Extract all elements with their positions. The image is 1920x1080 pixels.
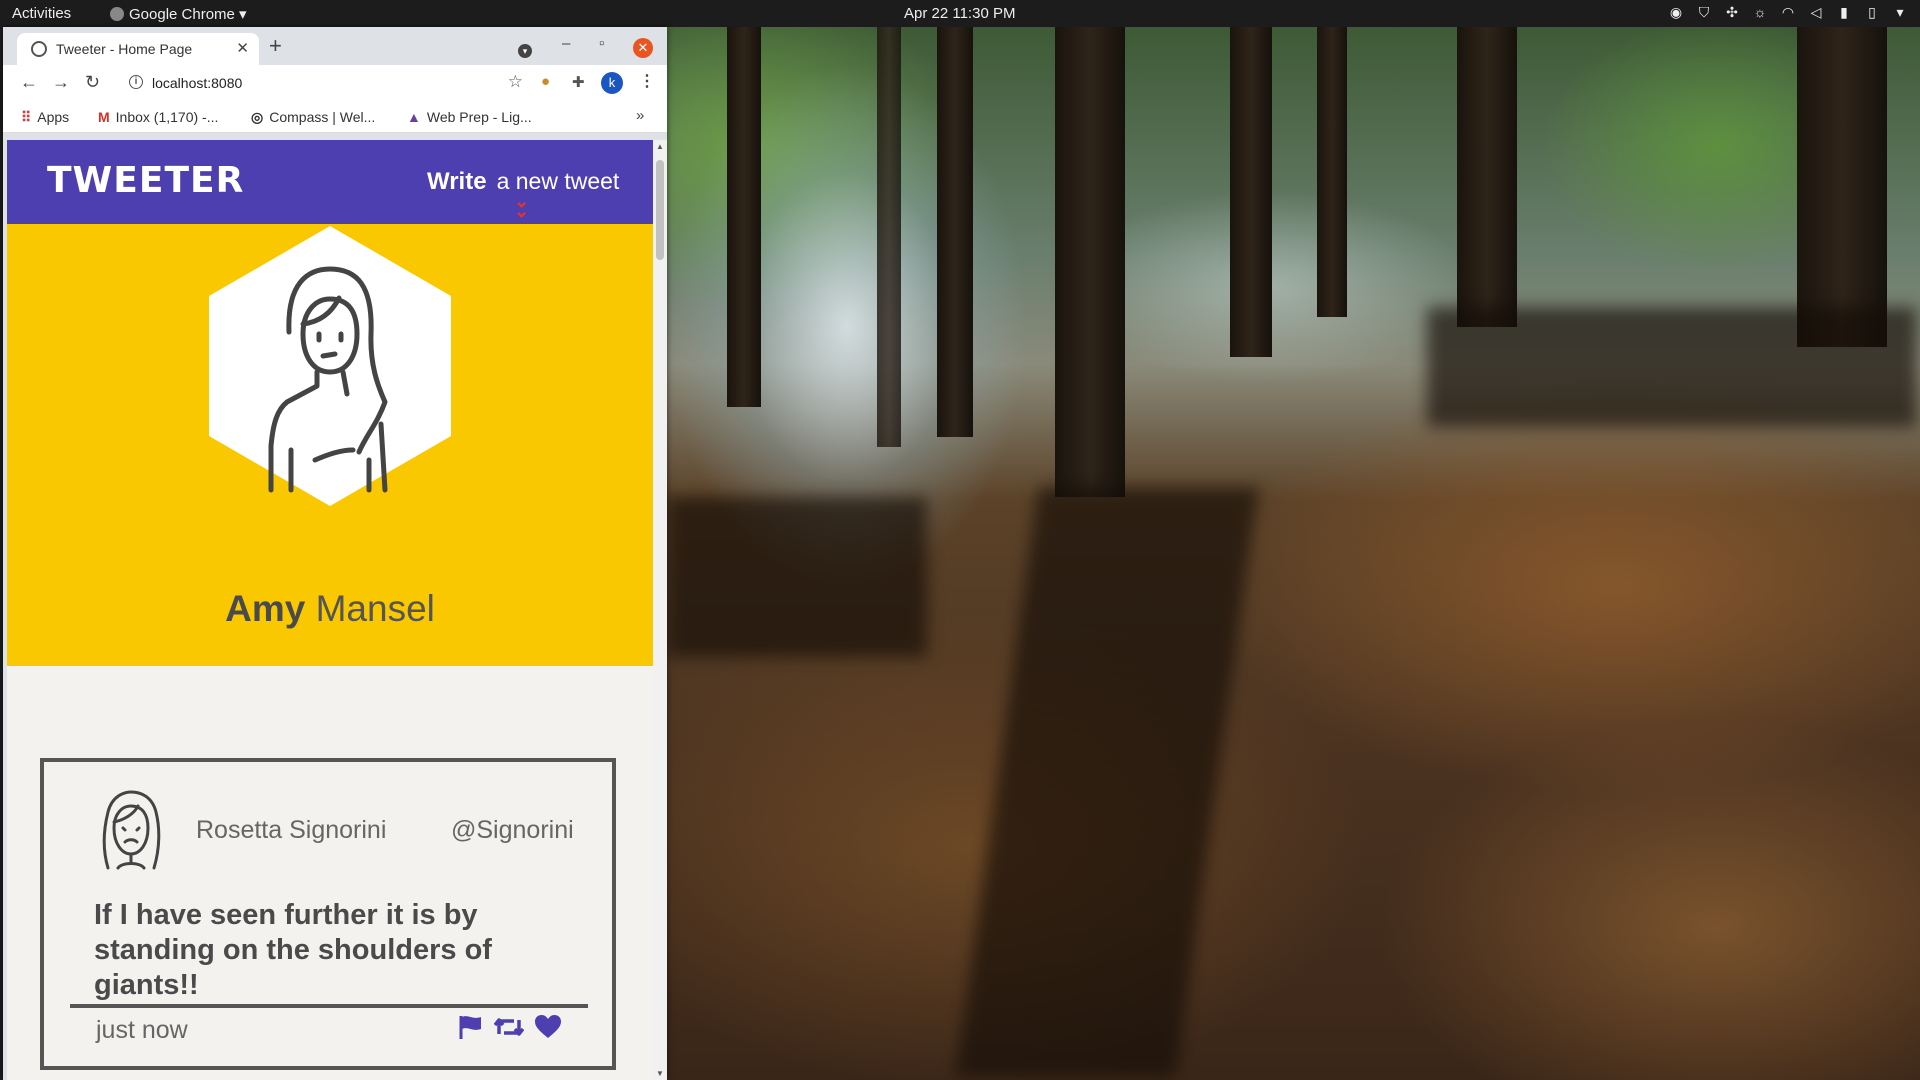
lighthouse-icon: ▲ — [407, 109, 421, 125]
profile-header: Amy Mansel — [7, 224, 653, 666]
tweet-actions — [458, 1014, 562, 1040]
scroll-down-icon[interactable]: ▼ — [656, 1069, 664, 1078]
page-viewport: TWEETER Write a new tweet ⌄ ⌄ Amy Mansel… — [7, 140, 653, 1080]
bookmark-apps[interactable]: ⠿ Apps — [21, 109, 69, 126]
profile-last-name: Mansel — [315, 588, 435, 629]
site-nav: TWEETER Write a new tweet ⌄ ⌄ — [7, 140, 653, 224]
microphone-icon[interactable]: ▮ — [1836, 4, 1852, 21]
brightness-icon[interactable]: ☼ — [1752, 4, 1768, 21]
shield-icon[interactable]: ⛉ — [1696, 4, 1712, 21]
bookmark-inbox[interactable]: M Inbox (1,170) -... — [98, 109, 218, 125]
tab-strip: Tweeter - Home Page ✕ + ▾ – ▫ ✕ — [3, 27, 667, 65]
woman-avatar-icon — [102, 790, 161, 870]
page-scrollbar[interactable]: ▲ ▼ — [653, 140, 667, 1080]
scroll-up-icon[interactable]: ▲ — [656, 142, 664, 151]
heart-icon[interactable] — [534, 1014, 562, 1040]
cookie-extension-icon[interactable]: ● — [541, 73, 550, 90]
retweet-icon[interactable] — [494, 1014, 524, 1040]
bookmark-label: Compass | Wel... — [269, 109, 376, 125]
scrollbar-thumb[interactable] — [656, 160, 664, 260]
bookmarks-overflow-icon[interactable]: » — [636, 107, 644, 124]
back-button[interactable]: ← — [20, 72, 38, 93]
bookmark-star-icon[interactable]: ☆ — [508, 72, 523, 92]
tab-tweeter-home[interactable]: Tweeter - Home Page ✕ — [17, 33, 259, 65]
forward-button[interactable]: → — [52, 72, 70, 93]
wifi-icon[interactable]: ◠ — [1780, 4, 1796, 21]
tweet-card: Rosetta Signorini @Signorini If I have s… — [40, 758, 616, 1070]
double-chevron-down-icon[interactable]: ⌄ ⌄ — [514, 192, 529, 220]
system-menu-icon[interactable]: ▾ — [1892, 4, 1908, 21]
globe-icon — [31, 41, 47, 57]
system-top-bar: Activities Google Chrome ▾ Apr 22 11:30 … — [0, 0, 1920, 27]
address-bar[interactable]: i localhost:8080 ☆ — [119, 69, 531, 97]
site-info-icon[interactable]: i — [129, 75, 143, 89]
tweet-author-handle: @Signorini — [451, 816, 574, 844]
tab-search-icon[interactable]: ▾ — [518, 44, 532, 58]
new-tab-button[interactable]: + — [269, 33, 282, 59]
bookmark-compass[interactable]: ◎ Compass | Wel... — [251, 109, 375, 126]
tweet-author-name: Rosetta Signorini — [196, 816, 387, 844]
brand-logo[interactable]: TWEETER — [47, 160, 244, 201]
system-tray[interactable]: ◉ ⛉ ✣ ☼ ◠ ◁ ▮ ▯ ▾ — [1668, 4, 1908, 21]
compass-icon: ◎ — [251, 109, 264, 125]
profile-avatar[interactable]: k — [601, 72, 623, 94]
app-menu[interactable]: Google Chrome ▾ — [110, 5, 247, 23]
tab-close-icon[interactable]: ✕ — [236, 39, 249, 57]
discord-icon[interactable]: ◉ — [1668, 4, 1684, 21]
bookmark-label: Web Prep - Lig... — [426, 109, 532, 125]
volume-icon[interactable]: ◁ — [1808, 4, 1824, 21]
gmail-icon: M — [98, 109, 110, 125]
bookmarks-bar: ⠿ Apps M Inbox (1,170) -... ◎ Compass | Wel… — [3, 101, 667, 133]
apps-grid-icon: ⠿ — [21, 109, 32, 125]
tweet-avatar — [102, 790, 161, 870]
chrome-window: Tweeter - Home Page ✕ + ▾ – ▫ ✕ ← → ↻ i … — [3, 27, 667, 1080]
flag-icon[interactable] — [458, 1014, 484, 1040]
compose-label-bold: Write — [427, 168, 487, 195]
bookmark-web-prep[interactable]: ▲ Web Prep - Lig... — [407, 109, 532, 125]
tweet-divider — [70, 1004, 588, 1008]
tweet-timestamp: just now — [96, 1016, 188, 1044]
profile-avatar-hexagon — [209, 226, 451, 506]
reload-button[interactable]: ↻ — [85, 72, 100, 93]
clock[interactable]: Apr 22 11:30 PM — [904, 5, 1015, 22]
activities-button[interactable]: Activities — [12, 5, 71, 22]
minimize-button[interactable]: – — [562, 35, 570, 52]
profile-first-name: Amy — [225, 588, 306, 629]
bookmark-label: Inbox (1,170) -... — [115, 109, 219, 125]
slack-icon[interactable]: ✣ — [1724, 4, 1740, 21]
address-url[interactable]: localhost:8080 — [152, 75, 242, 91]
chrome-menu-icon[interactable]: ⋮ — [639, 71, 655, 91]
battery-icon[interactable]: ▯ — [1864, 4, 1880, 21]
extensions-puzzle-icon[interactable]: ✚ — [572, 73, 585, 91]
bookmark-label: Apps — [37, 109, 70, 125]
app-menu-label: Google Chrome — [129, 6, 235, 23]
chrome-icon — [110, 7, 124, 21]
tweet-text: If I have seen further it is by standing… — [94, 899, 492, 1001]
maximize-button[interactable]: ▫ — [599, 35, 604, 52]
profile-name: Amy Mansel — [7, 588, 653, 630]
browser-toolbar: ← → ↻ i localhost:8080 ☆ ● ✚ k ⋮ — [3, 65, 667, 101]
tab-title: Tweeter - Home Page — [56, 41, 193, 57]
window-close-button[interactable]: ✕ — [633, 38, 653, 58]
desktop-wallpaper — [667, 27, 1920, 1080]
